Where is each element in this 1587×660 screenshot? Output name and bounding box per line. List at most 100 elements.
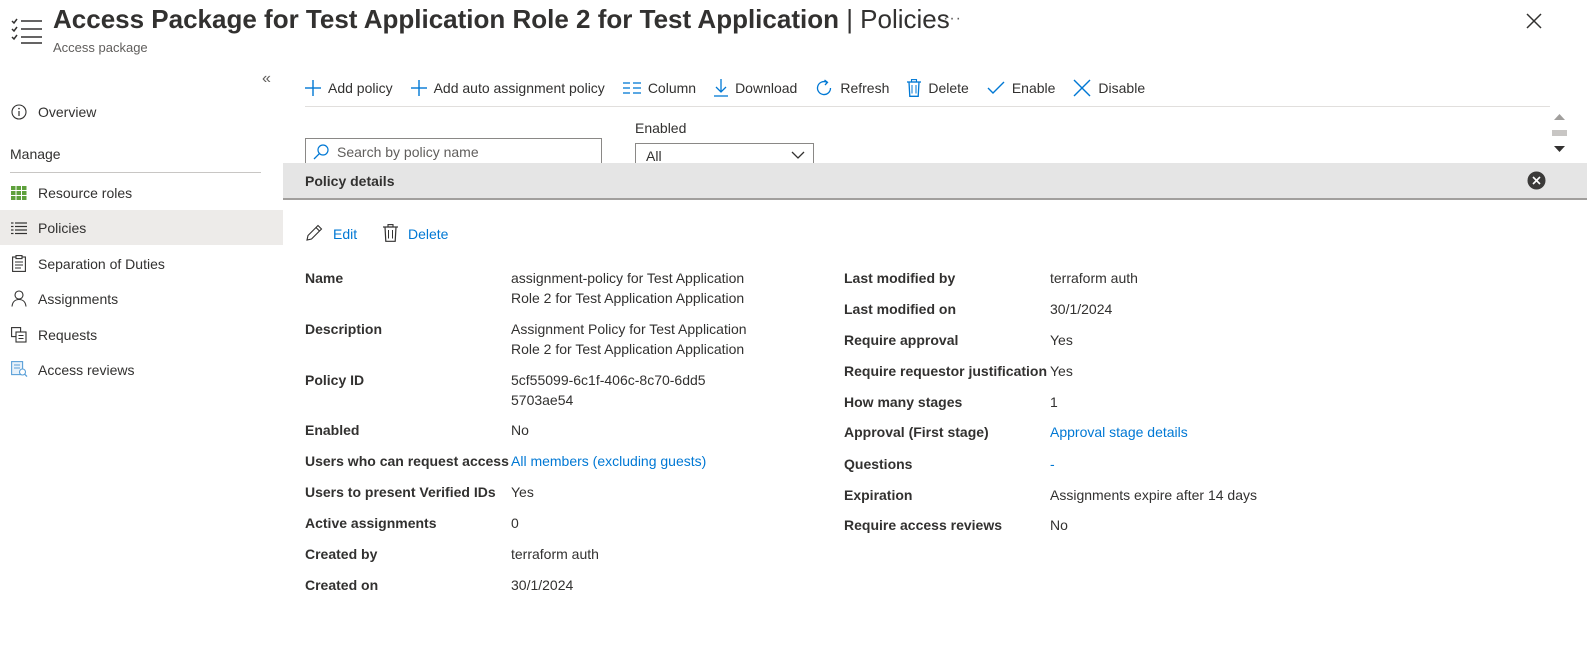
more-options-button[interactable]: ··· xyxy=(943,10,962,28)
require-approval-value: Yes xyxy=(1050,332,1073,348)
created-by-value: terraform auth xyxy=(511,546,599,562)
questions-label: Questions xyxy=(844,456,913,472)
enabled-label: Enabled xyxy=(305,422,360,438)
enable-button[interactable]: Enable xyxy=(987,80,1056,96)
require-justification-value: Yes xyxy=(1050,363,1073,379)
page-title-separator: | xyxy=(838,4,861,34)
add-auto-assignment-policy-button[interactable]: Add auto assignment policy xyxy=(410,80,605,96)
policy-id-value: 5cf55099-6c1f-406c-8c70-6dd55703ae54 xyxy=(511,372,706,408)
policy-id-label: Policy ID xyxy=(305,372,365,388)
active-assignments-label: Active assignments xyxy=(305,515,437,531)
command-bar: Add policy Add auto assignment policy Co… xyxy=(305,70,1550,107)
divider xyxy=(10,172,261,173)
collapse-sidebar-button[interactable]: « xyxy=(262,70,271,88)
pencil-icon xyxy=(306,224,323,241)
requests-icon xyxy=(10,326,28,344)
policy-details-header: Policy details xyxy=(283,163,1587,200)
sidebar-item-overview[interactable]: Overview xyxy=(0,94,283,129)
enabled-filter-label: Enabled xyxy=(635,120,687,136)
access-review-icon xyxy=(10,361,28,379)
edit-policy-button[interactable]: Edit xyxy=(305,224,357,242)
enabled-filter-value: All xyxy=(646,148,662,164)
refresh-button[interactable]: Refresh xyxy=(815,79,889,97)
created-on-label: Created on xyxy=(305,577,379,593)
close-icon xyxy=(1073,79,1091,97)
column-button[interactable]: Column xyxy=(622,80,696,96)
trash-icon xyxy=(383,224,398,242)
name-value: assignment-policy for Test Application R… xyxy=(511,270,745,306)
column-icon xyxy=(622,82,641,94)
list-checks-icon xyxy=(11,18,42,44)
trash-icon xyxy=(907,79,922,97)
verified-ids-value: Yes xyxy=(511,484,534,500)
delete-button[interactable]: Delete xyxy=(907,79,969,97)
created-by-label: Created by xyxy=(305,546,378,562)
name-label: Name xyxy=(305,270,344,286)
created-on-value: 30/1/2024 xyxy=(511,577,574,593)
last-modified-by-value: terraform auth xyxy=(1050,270,1138,286)
last-modified-on-value: 30/1/2024 xyxy=(1050,301,1113,317)
sidebar-item-assignments[interactable]: Assignments xyxy=(0,281,283,316)
expiration-value: Assignments expire after 14 days xyxy=(1050,487,1257,503)
manage-section-heading: Manage xyxy=(10,146,61,162)
sidebar-item-label: Policies xyxy=(38,219,87,236)
require-access-reviews-label: Require access reviews xyxy=(844,517,1002,533)
policy-details-title: Policy details xyxy=(305,172,395,189)
download-icon xyxy=(714,79,729,97)
sidebar-item-label: Overview xyxy=(38,103,97,120)
scroll-up-arrow[interactable] xyxy=(1554,113,1565,121)
expiration-label: Expiration xyxy=(844,487,913,503)
plus-icon xyxy=(305,80,321,96)
require-access-reviews-value: No xyxy=(1050,517,1068,533)
users-who-can-request-link[interactable]: All members (excluding guests) xyxy=(511,451,706,471)
scrollbar-thumb[interactable] xyxy=(1552,130,1567,136)
enabled-filter-dropdown[interactable]: All xyxy=(635,143,814,164)
search-icon xyxy=(313,143,329,159)
page-header: Access Package for Test Application Role… xyxy=(0,0,1587,64)
users-who-can-request-label: Users who can request access xyxy=(305,453,509,469)
page-subtitle: Access package xyxy=(53,40,148,55)
description-label: Description xyxy=(305,321,383,337)
last-modified-by-label: Last modified by xyxy=(844,270,956,286)
description-value: Assignment Policy for Test Application R… xyxy=(511,321,747,357)
verified-ids-label: Users to present Verified IDs xyxy=(305,484,496,500)
chevron-down-icon xyxy=(791,151,805,159)
sidebar-item-label: Assignments xyxy=(38,290,119,307)
add-policy-button[interactable]: Add policy xyxy=(305,80,393,96)
delete-label: Delete xyxy=(408,226,449,242)
info-icon xyxy=(10,103,28,121)
sidebar-item-access-reviews[interactable]: Access reviews xyxy=(0,352,283,387)
disable-label: Disable xyxy=(1098,80,1146,96)
sidebar-item-policies[interactable]: Policies xyxy=(0,210,283,245)
delete-policy-button[interactable]: Delete xyxy=(383,224,448,242)
scroll-down-arrow[interactable] xyxy=(1554,145,1565,153)
questions-link[interactable]: - xyxy=(1050,454,1055,474)
sidebar-item-label: Access reviews xyxy=(38,361,135,378)
sidebar-item-requests[interactable]: Requests xyxy=(0,317,283,352)
page-title-main: Access Package for Test Application Role… xyxy=(53,4,839,34)
person-icon xyxy=(10,290,28,308)
sidebar-item-label: Resource roles xyxy=(38,184,133,201)
active-assignments-value: 0 xyxy=(511,515,519,531)
sidebar-item-resource-roles[interactable]: Resource roles xyxy=(0,175,283,210)
approval-first-stage-label: Approval (First stage) xyxy=(844,424,989,440)
enable-label: Enable xyxy=(1011,80,1056,96)
refresh-label: Refresh xyxy=(840,80,890,96)
checkmark-icon xyxy=(987,81,1005,94)
page-title: Access Package for Test Application Role… xyxy=(53,4,950,35)
approval-stage-details-link[interactable]: Approval stage details xyxy=(1050,422,1188,442)
disable-button[interactable]: Disable xyxy=(1073,79,1145,97)
require-justification-label: Require requestor justification xyxy=(844,363,1048,379)
search-input[interactable]: Search by policy name xyxy=(305,138,602,164)
close-icon[interactable] xyxy=(1524,11,1544,31)
sidebar-item-separation-of-duties[interactable]: Separation of Duties xyxy=(0,246,283,281)
search-placeholder: Search by policy name xyxy=(337,143,479,160)
how-many-stages-label: How many stages xyxy=(844,394,963,410)
enabled-value: No xyxy=(511,422,529,438)
clipboard-icon xyxy=(10,255,28,273)
close-circle-icon[interactable] xyxy=(1527,171,1546,190)
list-icon xyxy=(10,219,28,237)
download-button[interactable]: Download xyxy=(714,79,797,97)
add-policy-label: Add policy xyxy=(328,80,393,96)
sidebar-item-label: Separation of Duties xyxy=(38,255,165,272)
